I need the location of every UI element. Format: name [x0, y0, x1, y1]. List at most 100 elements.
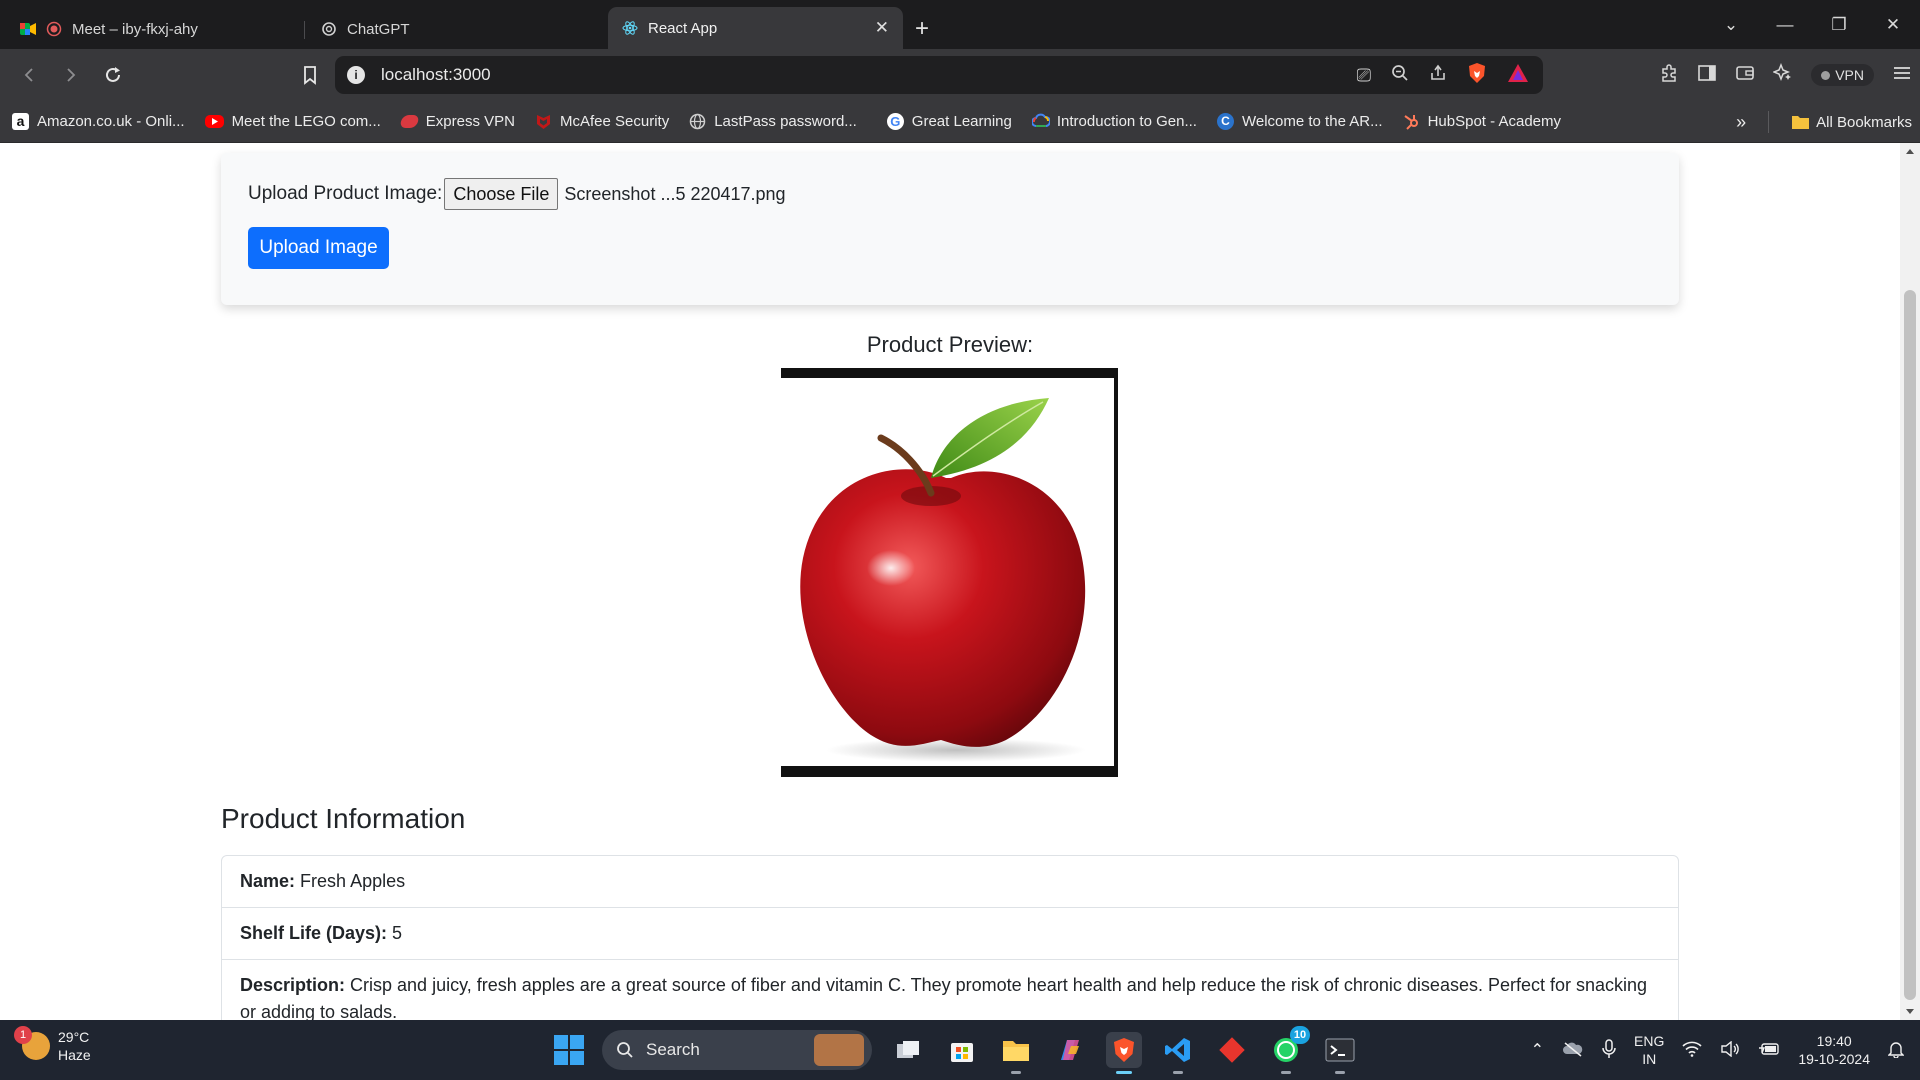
- git-tool-icon[interactable]: [1214, 1032, 1250, 1068]
- tab-title: React App: [648, 19, 718, 37]
- brave-browser-icon[interactable]: [1106, 1032, 1142, 1074]
- all-bookmarks-button[interactable]: All Bookmarks: [1791, 114, 1912, 131]
- search-placeholder: Search: [646, 1040, 700, 1059]
- cast-icon[interactable]: ⎚: [1357, 65, 1371, 86]
- forward-icon[interactable]: [52, 56, 90, 94]
- brave-rewards-icon[interactable]: [1507, 63, 1529, 88]
- bookmark-label: LastPass password...: [714, 113, 857, 130]
- info-value: 5: [392, 923, 403, 943]
- extensions-icon[interactable]: [1659, 63, 1679, 88]
- share-icon[interactable]: [1429, 64, 1447, 87]
- windows-taskbar: 1 29°C Haze Search 10 ⌃ ENG IN 19:40 19-…: [0, 1020, 1920, 1080]
- wifi-icon[interactable]: [1682, 1041, 1702, 1060]
- upload-image-button[interactable]: Upload Image: [248, 227, 389, 269]
- bookmark-mcafee[interactable]: McAfee Security: [525, 113, 679, 130]
- clock[interactable]: 19:40 19-10-2024: [1798, 1032, 1870, 1068]
- bookmark-page-icon[interactable]: [291, 56, 329, 94]
- tab-title: ChatGPT: [347, 20, 410, 38]
- start-button-icon[interactable]: [554, 1035, 584, 1065]
- more-bookmarks-icon[interactable]: »: [1736, 112, 1746, 133]
- browser-tab-strip: Meet – iby-fkxj-ahy ChatGPT React App ✕ …: [0, 0, 1920, 49]
- choose-file-button[interactable]: Choose File: [444, 178, 559, 210]
- weather-badge: 1: [14, 1026, 32, 1044]
- restore-icon[interactable]: ❐: [1812, 15, 1866, 35]
- lang-bottom: IN: [1642, 1051, 1657, 1067]
- weather-haze-icon: 1: [14, 1026, 50, 1060]
- tab-meet[interactable]: Meet – iby-fkxj-ahy: [6, 9, 305, 49]
- site-info-icon[interactable]: i: [347, 66, 365, 84]
- close-tab-icon[interactable]: ✕: [875, 18, 889, 38]
- address-bar[interactable]: i localhost:3000 ⎚: [335, 56, 1543, 94]
- product-information-list: Name: Fresh Apples Shelf Life (Days): 5 …: [221, 855, 1679, 1020]
- bookmark-label: Welcome to the AR...: [1241, 113, 1383, 130]
- new-tab-button[interactable]: +: [903, 9, 941, 49]
- bookmark-lego[interactable]: Meet the LEGO com...: [195, 113, 391, 130]
- product-information-title: Product Information: [221, 803, 466, 834]
- weather-desc: Haze: [58, 1047, 91, 1063]
- menu-icon[interactable]: [1892, 64, 1912, 87]
- whatsapp-badge: 10: [1290, 1026, 1310, 1044]
- tab-search-chevron-icon[interactable]: ⌄: [1704, 15, 1758, 35]
- bookmark-label: Great Learning: [911, 113, 1012, 130]
- bookmarks-bar: a Amazon.co.uk - Onli... Meet the LEGO c…: [0, 101, 1920, 143]
- onedrive-offline-icon[interactable]: [1562, 1041, 1584, 1060]
- copilot-icon[interactable]: [1052, 1032, 1088, 1068]
- whatsapp-icon[interactable]: 10: [1268, 1026, 1310, 1074]
- brave-shields-icon[interactable]: [1467, 62, 1487, 89]
- wallet-icon[interactable]: [1735, 64, 1755, 87]
- all-bookmarks-label: All Bookmarks: [1816, 113, 1912, 131]
- leo-ai-icon[interactable]: [1772, 62, 1793, 88]
- battery-charging-icon[interactable]: [1758, 1041, 1780, 1060]
- notifications-bell-icon[interactable]: [1887, 1040, 1905, 1061]
- input-language-indicator[interactable]: ENG IN: [1634, 1032, 1664, 1068]
- scroll-down-icon[interactable]: [1906, 1009, 1914, 1014]
- tab-chatgpt[interactable]: ChatGPT: [307, 9, 602, 49]
- reload-icon[interactable]: [94, 56, 132, 94]
- bookmark-expressvpn[interactable]: Express VPN: [391, 113, 525, 130]
- product-image: [781, 378, 1114, 766]
- page-viewport: Upload Product Image: Choose File Screen…: [0, 143, 1900, 1020]
- sidebar-icon[interactable]: [1697, 64, 1717, 87]
- address-text: localhost:3000: [381, 65, 491, 84]
- bookmark-amazon[interactable]: a Amazon.co.uk - Onli...: [0, 113, 195, 130]
- weather-temp: 29°C: [58, 1029, 90, 1045]
- task-view-icon[interactable]: [890, 1032, 926, 1068]
- globe-icon: [689, 113, 706, 130]
- folder-icon: [1791, 114, 1810, 131]
- vpn-status-icon: [1821, 70, 1831, 80]
- volume-icon[interactable]: [1720, 1040, 1740, 1060]
- bookmark-label: HubSpot - Academy: [1427, 113, 1561, 130]
- show-hidden-icons-chevron-icon[interactable]: ⌃: [1531, 1040, 1544, 1060]
- back-icon[interactable]: [10, 56, 48, 94]
- taskbar-search[interactable]: Search: [602, 1030, 872, 1070]
- bookmark-label: Express VPN: [425, 113, 515, 130]
- close-window-icon[interactable]: ✕: [1866, 15, 1920, 35]
- vpn-button[interactable]: VPN: [1811, 64, 1874, 86]
- tab-title: Meet – iby-fkxj-ahy: [72, 20, 198, 38]
- apple-image: [800, 398, 1086, 762]
- bookmark-great-learning[interactable]: G Great Learning: [877, 113, 1022, 130]
- upload-card: Upload Product Image: Choose File Screen…: [221, 153, 1679, 305]
- hubspot-icon: [1403, 113, 1420, 130]
- info-label: Shelf Life (Days):: [240, 923, 388, 943]
- microphone-icon[interactable]: [1602, 1038, 1616, 1062]
- scrollbar-thumb[interactable]: [1904, 290, 1916, 1000]
- upload-row: Upload Product Image: Choose File Screen…: [248, 177, 1652, 211]
- scroll-up-icon[interactable]: [1906, 149, 1914, 154]
- file-explorer-icon[interactable]: [998, 1032, 1034, 1074]
- bookmark-hubspot[interactable]: HubSpot - Academy: [1393, 113, 1571, 130]
- weather-widget[interactable]: 1 29°C Haze: [14, 1026, 91, 1064]
- bookmark-welcome-ar[interactable]: C Welcome to the AR...: [1207, 113, 1393, 130]
- zoom-icon[interactable]: [1391, 64, 1409, 87]
- bookmark-lastpass[interactable]: LastPass password...: [679, 113, 867, 130]
- vscode-icon[interactable]: [1160, 1032, 1196, 1074]
- tab-react-app[interactable]: React App ✕: [608, 7, 903, 49]
- bookmark-intro-gen[interactable]: Introduction to Gen...: [1022, 113, 1207, 130]
- mcafee-icon: [535, 113, 552, 130]
- bookmark-label: McAfee Security: [560, 113, 670, 130]
- info-item-shelf-life: Shelf Life (Days): 5: [222, 908, 1678, 960]
- terminal-icon[interactable]: [1322, 1032, 1358, 1074]
- microsoft-store-icon[interactable]: [944, 1032, 980, 1068]
- page-scrollbar[interactable]: [1900, 143, 1920, 1020]
- minimize-icon[interactable]: —: [1758, 15, 1812, 35]
